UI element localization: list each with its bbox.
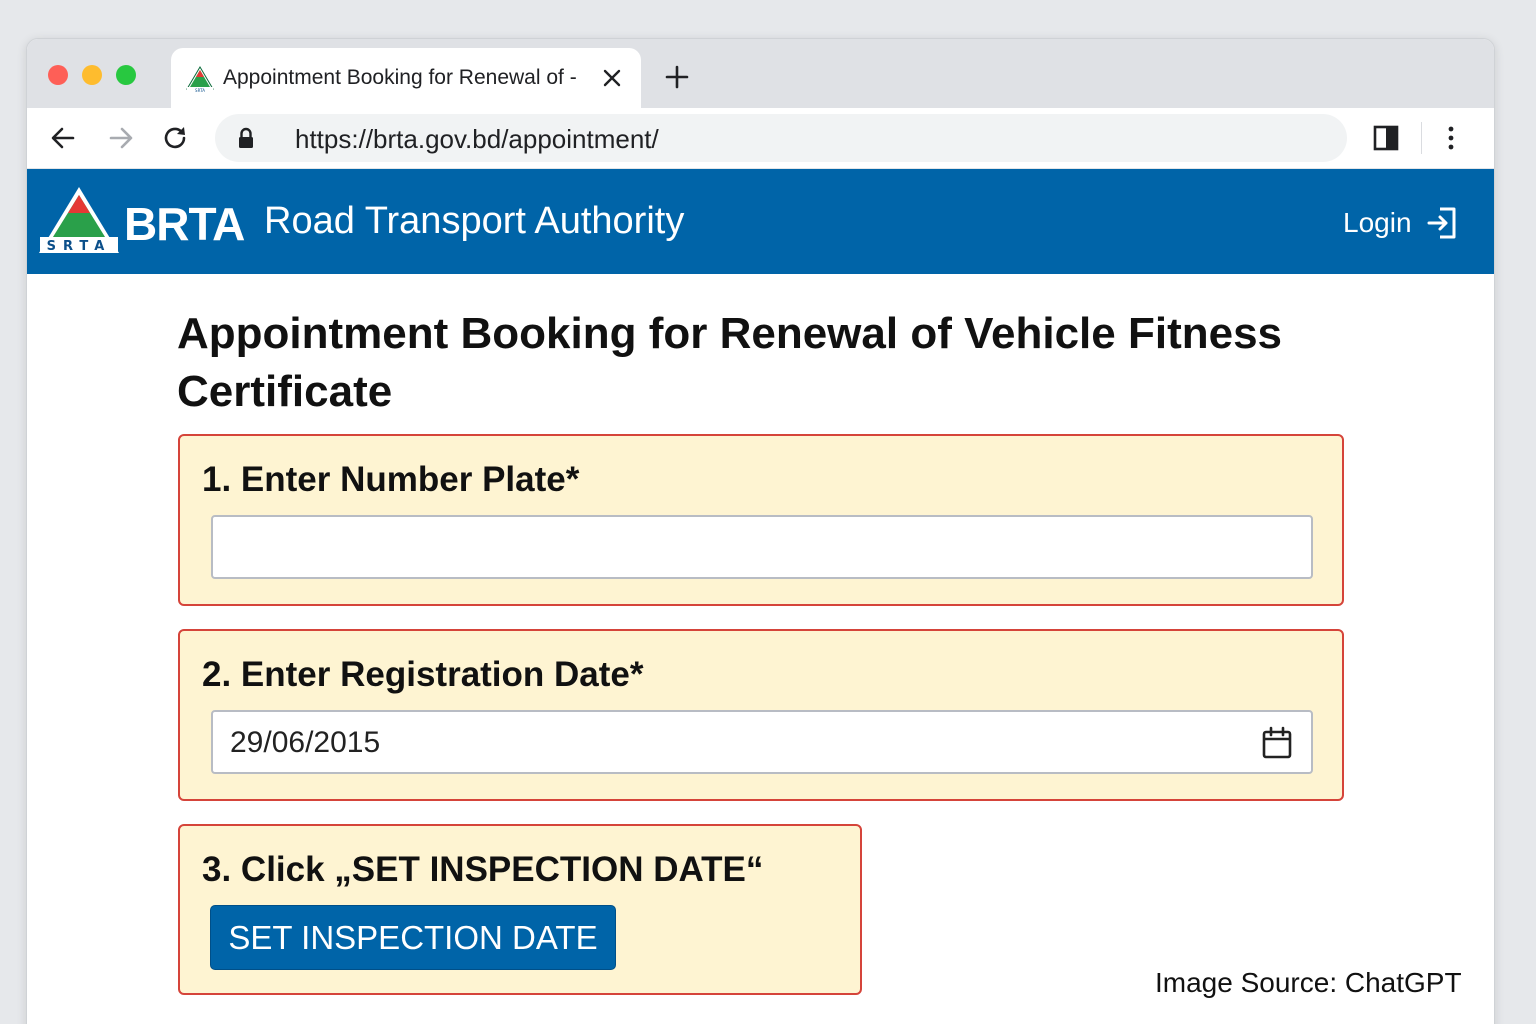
maximize-window-button[interactable] (116, 65, 136, 85)
lock-icon[interactable] (237, 126, 255, 150)
back-icon[interactable] (49, 124, 77, 152)
browser-window: SRTA Appointment Booking for Renewal of … (26, 38, 1495, 1024)
step-set-inspection: 3. Click „SET INSPECTION DATE“ SET INSPE… (178, 824, 862, 995)
close-window-button[interactable] (48, 65, 68, 85)
step-registration-date: 2. Enter Registration Date* 29/06/2015 (178, 629, 1344, 801)
title-bar: SRTA Appointment Booking for Renewal of … (27, 39, 1494, 108)
logo-letters: SRTA (47, 239, 112, 254)
registration-date-value[interactable]: 29/06/2015 (230, 726, 380, 760)
calendar-icon[interactable] (1261, 726, 1293, 760)
login-link[interactable]: Login (1343, 205, 1458, 241)
url-text[interactable]: https://brta.gov.bd/appointment/ (295, 124, 659, 155)
menu-icon[interactable] (1437, 124, 1465, 152)
toolbar-divider (1421, 122, 1422, 154)
login-icon[interactable] (1426, 206, 1458, 240)
step-label: 1. Enter Number Plate* (202, 460, 580, 499)
image-source-note: Image Source: ChatGPT (1155, 967, 1462, 998)
set-inspection-date-button[interactable]: SET INSPECTION DATE (210, 905, 616, 970)
page-title: Appointment Booking for Renewal of Vehic… (177, 309, 1283, 416)
browser-tab[interactable]: SRTA Appointment Booking for Renewal of … (171, 48, 641, 108)
reload-icon[interactable] (161, 124, 189, 152)
brta-logo-icon: SRTA (186, 66, 214, 93)
registration-date-input[interactable]: 29/06/2015 (211, 710, 1313, 774)
login-label[interactable]: Login (1343, 207, 1412, 239)
site-header: SRTA BRTA Road Transport Authority Login (27, 169, 1494, 274)
forward-icon[interactable] (107, 124, 135, 152)
side-panel-icon[interactable] (1373, 125, 1399, 151)
tab-title: Appointment Booking for Renewal of - (223, 66, 577, 89)
step-label: 2. Enter Registration Date* (202, 655, 644, 694)
browser-toolbar: https://brta.gov.bd/appointment/ (27, 108, 1494, 169)
address-bar[interactable]: https://brta.gov.bd/appointment/ (215, 114, 1347, 162)
brand-name: BRTA (124, 198, 245, 250)
plus-icon[interactable] (663, 63, 691, 91)
step-label: 3. Click „SET INSPECTION DATE“ (202, 850, 764, 889)
step-number-plate: 1. Enter Number Plate* (178, 434, 1344, 606)
brta-logo-icon[interactable]: SRTA (37, 185, 121, 257)
number-plate-input[interactable] (211, 515, 1313, 579)
svg-text:SRTA: SRTA (195, 88, 205, 93)
minimize-window-button[interactable] (82, 65, 102, 85)
brand-subtitle: Road Transport Authority (264, 200, 685, 242)
close-icon[interactable] (601, 67, 623, 89)
